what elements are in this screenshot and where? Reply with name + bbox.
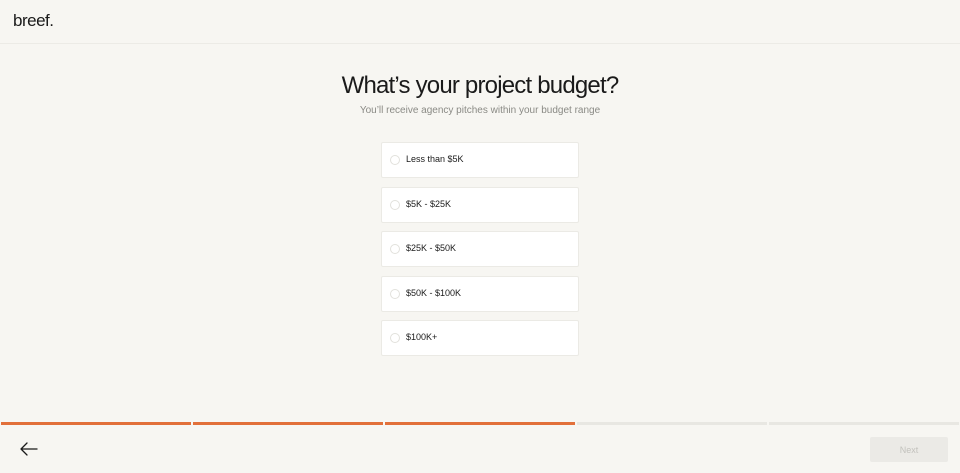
radio-icon[interactable] bbox=[390, 155, 400, 165]
option-label: $100K+ bbox=[406, 332, 438, 342]
page-subtitle: You’ll receive agency pitches within you… bbox=[359, 105, 601, 116]
progress-bar bbox=[0, 422, 960, 426]
radio-icon[interactable] bbox=[390, 333, 400, 343]
radio-icon[interactable] bbox=[390, 244, 400, 254]
page-title: What’s your project budget? bbox=[341, 72, 620, 99]
progress-segment-3 bbox=[385, 422, 575, 425]
budget-options: Less than $5K $5K - $25K $25K - $50K $50… bbox=[381, 142, 579, 365]
next-button[interactable]: Next bbox=[870, 437, 948, 462]
budget-option-50k-100k[interactable]: $50K - $100K bbox=[381, 275, 579, 312]
radio-icon[interactable] bbox=[390, 199, 400, 210]
radio-icon[interactable] bbox=[390, 288, 400, 299]
option-label: $5K - $25K bbox=[406, 198, 452, 209]
option-label: $50K - $100K bbox=[406, 287, 462, 298]
arrow-left-icon bbox=[20, 442, 38, 456]
option-label: $25K - $50K bbox=[406, 243, 457, 253]
progress-segment-4 bbox=[577, 422, 767, 425]
budget-option-100k-plus[interactable]: $100K+ bbox=[381, 320, 579, 356]
option-label: Less than $5K bbox=[406, 154, 464, 164]
progress-segment-1 bbox=[1, 422, 191, 425]
budget-option-5k-25k[interactable]: $5K - $25K bbox=[381, 186, 579, 223]
budget-option-less-than-5k[interactable]: Less than $5K bbox=[381, 142, 579, 178]
back-button[interactable] bbox=[17, 440, 39, 458]
logo[interactable]: breef. bbox=[13, 11, 54, 31]
budget-option-25k-50k[interactable]: $25K - $50K bbox=[381, 231, 579, 267]
progress-segment-2 bbox=[193, 422, 383, 425]
header: breef. bbox=[0, 0, 960, 44]
progress-segment-5 bbox=[769, 422, 959, 425]
